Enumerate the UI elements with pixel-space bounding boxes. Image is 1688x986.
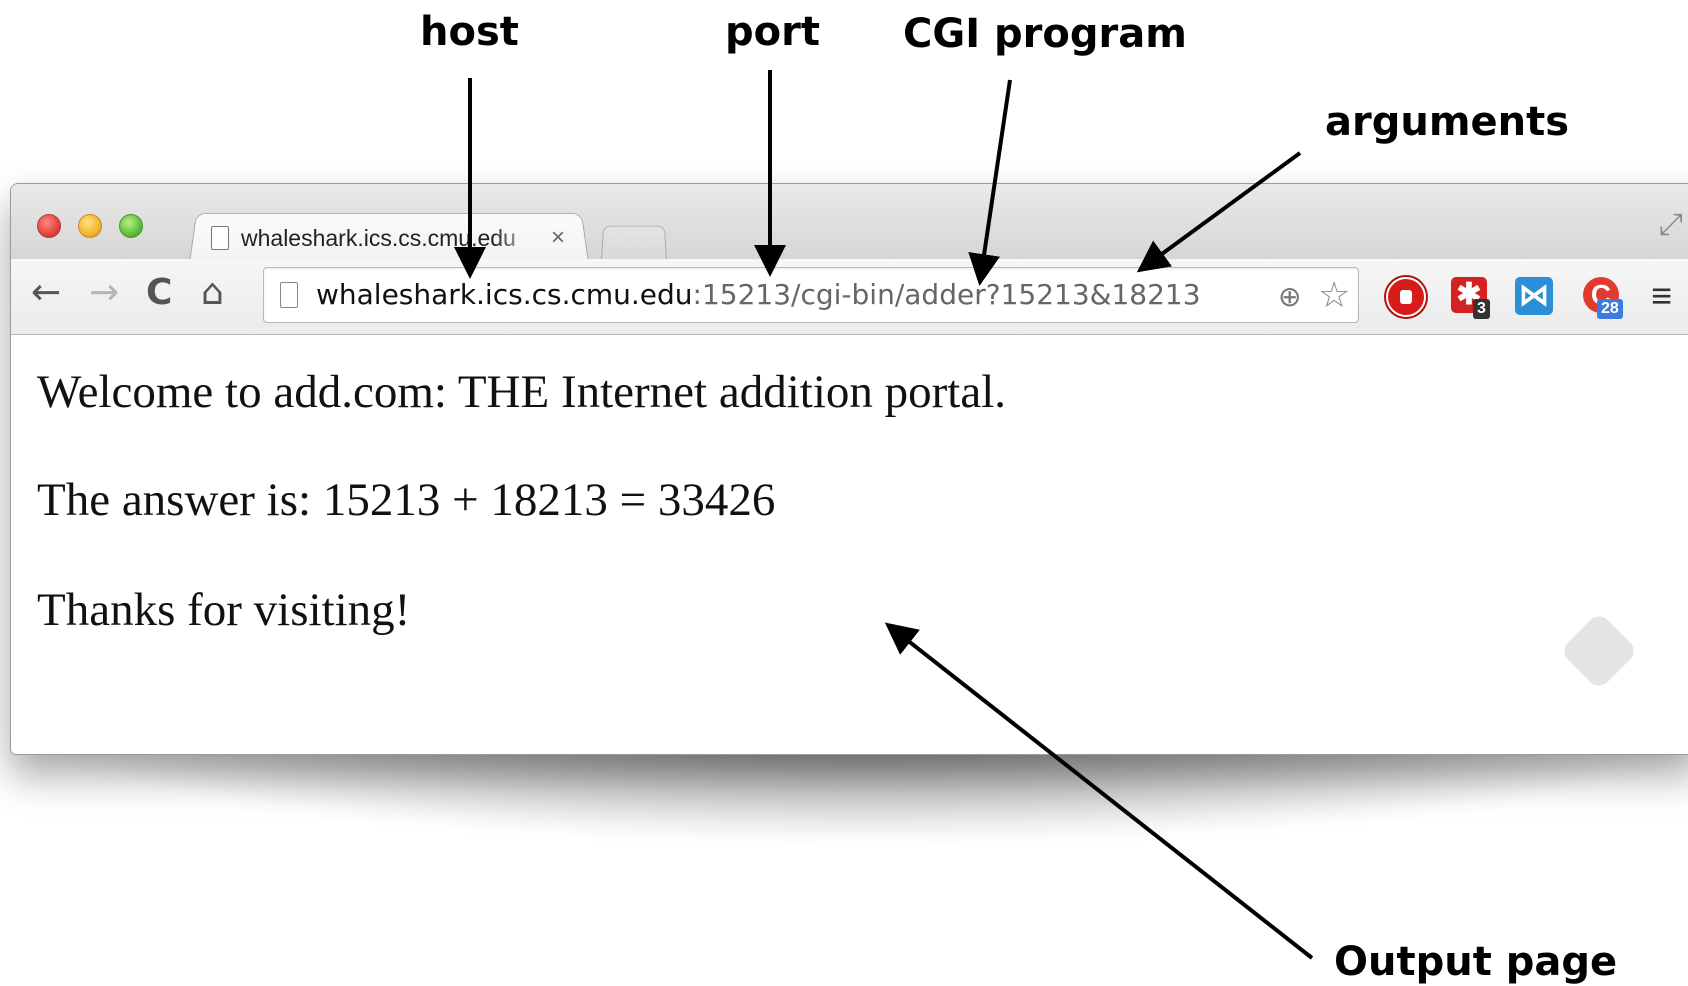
annotation-output-page: Output page [1334,939,1618,985]
lastpass-icon[interactable]: ✱ 3 [1451,277,1490,319]
feedly-icon[interactable] [1559,611,1639,691]
toolbar: ← → C ⌂ whaleshark.ics.cs.cmu.edu:15213/… [11,259,1688,335]
new-tab-button[interactable] [601,225,667,261]
answer-text: The answer is: 15213 + 18213 = 33426 [37,474,776,526]
bookmark-star-icon[interactable]: ☆ [1318,274,1350,316]
zoom-icon[interactable]: ⊕ [1278,280,1301,313]
annotation-host: host [420,9,519,55]
close-window-icon[interactable] [37,214,61,238]
reload-icon[interactable]: C [146,275,172,311]
back-icon[interactable]: ← [31,275,61,311]
maximize-window-icon[interactable] [119,214,143,238]
url-host: whaleshark.ics.cs.cmu.edu [316,278,693,311]
url-text[interactable]: whaleshark.ics.cs.cmu.edu:15213/cgi-bin/… [316,278,1201,311]
url-path: :15213/cgi-bin/adder?15213&18213 [692,278,1201,311]
annotation-arguments: arguments [1325,99,1570,145]
tab-title[interactable]: whaleshark.ics.cs.cmu.edu [241,225,539,252]
forward-icon[interactable]: → [89,275,119,311]
tab-content: whaleshark.ics.cs.cmu.edu × [201,216,581,260]
c-extension-icon[interactable]: C 28 [1583,277,1623,319]
menu-icon[interactable]: ≡ [1651,275,1672,317]
title-bar: whaleshark.ics.cs.cmu.edu × ⤢ [11,184,1688,263]
page-icon [280,282,298,308]
address-bar[interactable]: whaleshark.ics.cs.cmu.edu:15213/cgi-bin/… [263,267,1359,323]
tab-close-icon[interactable]: × [551,224,565,252]
annotation-cgi-program: CGI program [903,11,1187,57]
page-icon [211,226,229,250]
annotation-port: port [725,9,820,55]
page-content: Welcome to add.com: THE Internet additio… [11,335,1688,754]
welcome-text: Welcome to add.com: THE Internet additio… [37,366,1007,418]
blue-extension-icon[interactable]: ⋈ [1515,277,1553,315]
home-icon[interactable]: ⌂ [201,275,224,311]
browser-window: whaleshark.ics.cs.cmu.edu × ⤢ ← → C ⌂ wh… [10,183,1688,755]
fullscreen-icon[interactable]: ⤢ [1659,208,1683,242]
c-extension-badge: 28 [1597,299,1623,319]
minimize-window-icon[interactable] [78,214,102,238]
lastpass-badge: 3 [1473,299,1490,319]
stop-icon[interactable] [1386,277,1426,317]
thanks-text: Thanks for visiting! [37,584,411,636]
